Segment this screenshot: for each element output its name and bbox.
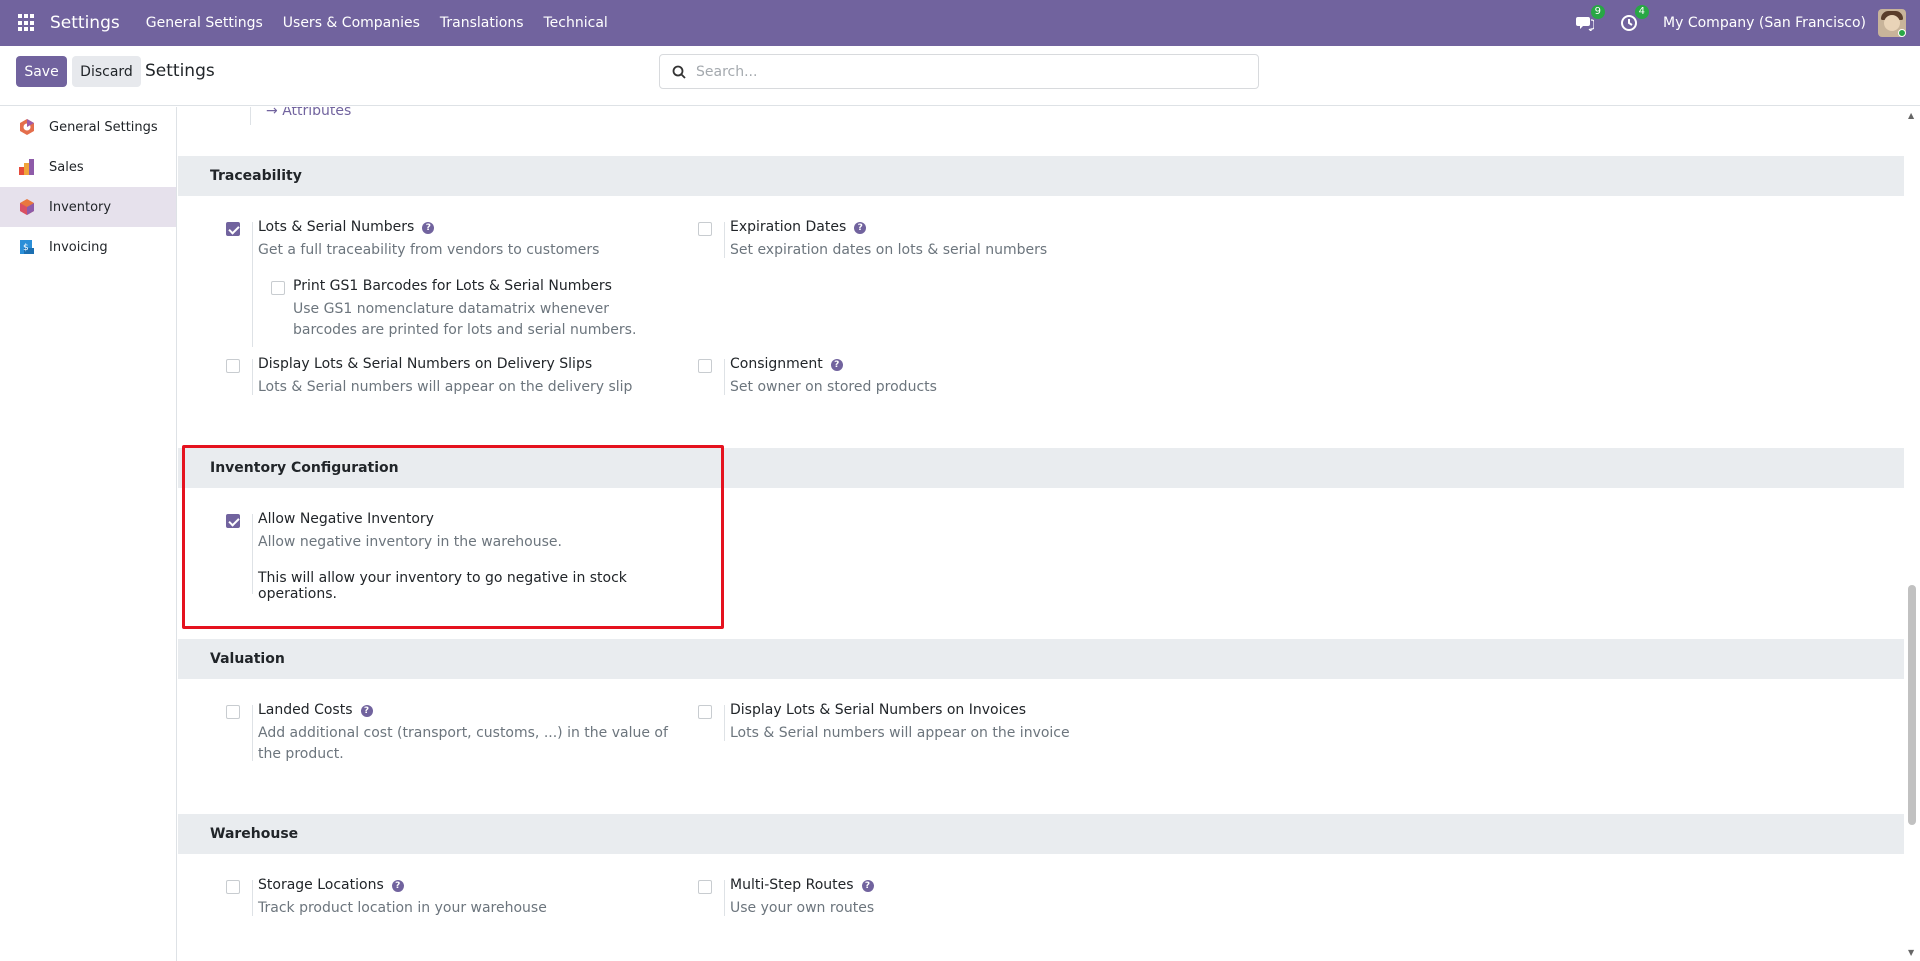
discard-button[interactable]: Discard xyxy=(72,56,141,87)
menu-general-settings[interactable]: General Settings xyxy=(146,15,263,31)
setting-description: Set owner on stored products xyxy=(730,379,937,395)
setting-title: Display Lots & Serial Numbers on Deliver… xyxy=(258,356,593,372)
landed-costs-checkbox[interactable] xyxy=(226,705,240,719)
lots-serial-checkbox[interactable] xyxy=(226,222,240,236)
sidebar-item-label: Inventory xyxy=(49,199,112,215)
odoo-logo-icon xyxy=(18,118,36,136)
menu-translations[interactable]: Translations xyxy=(440,15,524,31)
divider xyxy=(724,705,725,741)
scroll-thumb[interactable] xyxy=(1908,585,1916,825)
sidebar-item-invoicing[interactable]: $ Invoicing xyxy=(0,227,176,267)
help-icon[interactable]: ? xyxy=(422,222,435,234)
divider xyxy=(724,359,725,395)
menu-technical[interactable]: Technical xyxy=(544,15,608,31)
content-scrollbar[interactable]: ▲ ▼ xyxy=(1908,107,1916,961)
setting-description: Get a full traceability from vendors to … xyxy=(258,242,600,258)
setting-title: Print GS1 Barcodes for Lots & Serial Num… xyxy=(293,278,612,294)
help-icon[interactable]: ? xyxy=(830,359,843,371)
search-icon xyxy=(672,65,686,79)
delivery-slips-checkbox[interactable] xyxy=(226,359,240,373)
control-panel: Save Discard Settings xyxy=(0,46,1920,106)
menu-users-companies[interactable]: Users & Companies xyxy=(283,15,420,31)
help-icon[interactable]: ? xyxy=(391,880,404,892)
divider xyxy=(252,222,253,347)
messages-count-badge: 9 xyxy=(1590,5,1606,19)
divider xyxy=(724,880,725,916)
divider xyxy=(250,107,251,125)
help-icon[interactable]: ? xyxy=(360,705,373,717)
settings-sidebar: General Settings Sales Inventory $ Invoi… xyxy=(0,107,177,961)
setting-description: Lots & Serial numbers will appear on the… xyxy=(258,379,633,395)
scroll-down-icon[interactable]: ▼ xyxy=(1908,948,1914,957)
setting-description: Use GS1 nomenclature datamatrix whenever… xyxy=(293,301,637,338)
attributes-link[interactable]: → Attributes xyxy=(266,107,351,119)
user-avatar[interactable] xyxy=(1878,9,1906,37)
divider xyxy=(252,880,253,916)
settings-content: → Attributes Traceability Lots & Serial … xyxy=(178,107,1904,961)
sidebar-item-sales[interactable]: Sales xyxy=(0,147,176,187)
storage-locations-checkbox[interactable] xyxy=(226,880,240,894)
setting-title: Consignment xyxy=(730,356,823,372)
sales-chart-icon xyxy=(18,158,36,176)
setting-description: Use your own routes xyxy=(730,900,875,916)
setting-title: Storage Locations xyxy=(258,877,384,893)
arrow-right-icon: → xyxy=(266,107,283,119)
divider xyxy=(252,359,253,395)
setting-description: Lots & Serial numbers will appear on the… xyxy=(730,725,1070,741)
scroll-up-icon[interactable]: ▲ xyxy=(1908,111,1914,120)
expiration-dates-checkbox[interactable] xyxy=(698,222,712,236)
sidebar-item-general-settings[interactable]: General Settings xyxy=(0,107,176,147)
gs1-barcodes-checkbox[interactable] xyxy=(271,281,285,295)
divider xyxy=(724,222,725,258)
search-input[interactable] xyxy=(696,63,1236,80)
attributes-link-label: Attributes xyxy=(282,107,352,119)
consignment-checkbox[interactable] xyxy=(698,359,712,373)
setting-extra-text: This will allow your inventory to go neg… xyxy=(258,570,627,602)
clock-icon xyxy=(1621,15,1638,31)
setting-title: Multi-Step Routes xyxy=(730,877,854,893)
save-button[interactable]: Save xyxy=(16,56,67,87)
chat-icon xyxy=(1576,17,1595,31)
top-navbar: Settings General Settings Users & Compan… xyxy=(0,0,1920,46)
help-icon[interactable]: ? xyxy=(854,222,867,234)
sidebar-item-inventory[interactable]: Inventory xyxy=(0,187,176,227)
company-switcher[interactable]: My Company (San Francisco) xyxy=(1663,15,1866,31)
setting-title: Landed Costs xyxy=(258,702,353,718)
multi-step-routes-checkbox[interactable] xyxy=(698,880,712,894)
lots-on-invoices-checkbox[interactable] xyxy=(698,705,712,719)
apps-menu-icon[interactable] xyxy=(18,14,36,32)
help-icon[interactable]: ? xyxy=(861,880,874,892)
page-title: Settings xyxy=(145,61,215,81)
setting-description: Track product location in your warehouse xyxy=(258,900,547,916)
section-header-warehouse: Warehouse xyxy=(178,814,1904,854)
activities-count-badge: 4 xyxy=(1634,5,1650,19)
sidebar-item-label: Invoicing xyxy=(49,239,108,255)
setting-description: Allow negative inventory in the warehous… xyxy=(258,534,562,550)
setting-title: Allow Negative Inventory xyxy=(258,511,434,527)
invoice-icon: $ xyxy=(18,238,36,256)
section-header-traceability: Traceability xyxy=(178,156,1904,196)
divider xyxy=(252,705,253,761)
svg-text:$: $ xyxy=(23,243,29,253)
messages-button[interactable]: 9 xyxy=(1575,5,1606,33)
divider xyxy=(252,514,253,594)
inventory-box-icon xyxy=(18,198,36,216)
search-bar[interactable] xyxy=(659,54,1259,89)
allow-negative-inventory-checkbox[interactable] xyxy=(226,514,240,528)
section-header-inventory-configuration: Inventory Configuration xyxy=(178,448,1904,488)
sidebar-item-label: Sales xyxy=(49,159,84,175)
setting-description: Add additional cost (transport, customs,… xyxy=(258,725,668,762)
setting-title: Display Lots & Serial Numbers on Invoice… xyxy=(730,702,1027,718)
activities-button[interactable]: 4 xyxy=(1619,5,1650,33)
setting-description: Set expiration dates on lots & serial nu… xyxy=(730,242,1048,258)
setting-title: Lots & Serial Numbers xyxy=(258,219,415,235)
sidebar-item-label: General Settings xyxy=(49,119,158,135)
setting-title: Expiration Dates xyxy=(730,219,847,235)
section-header-valuation: Valuation xyxy=(178,639,1904,679)
app-brand[interactable]: Settings xyxy=(50,13,120,33)
